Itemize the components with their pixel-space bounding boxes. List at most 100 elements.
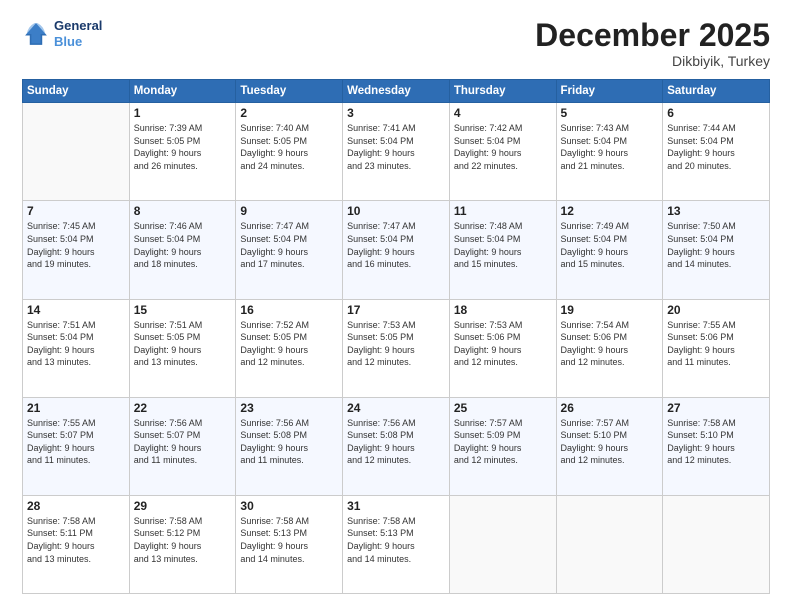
calendar-cell: 7Sunrise: 7:45 AMSunset: 5:04 PMDaylight…: [23, 201, 130, 299]
day-info: Sunrise: 7:58 AMSunset: 5:12 PMDaylight:…: [134, 515, 232, 565]
day-info: Sunrise: 7:58 AMSunset: 5:13 PMDaylight:…: [240, 515, 338, 565]
page: General Blue December 2025 Dikbiyik, Tur…: [0, 0, 792, 612]
calendar-cell: 27 Sunrise: 7:58 AMSunset: 5:10 PMDayligh…: [663, 397, 770, 495]
day-number: 10: [347, 204, 445, 218]
day-info: Sunrise: 7:58 AMSunset: 5:11 PMDaylight:…: [27, 515, 125, 565]
calendar-cell: 2 Sunrise: 7:40 AMSunset: 5:05 PMDaylight…: [236, 103, 343, 201]
day-info: Sunrise: 7:57 AMSunset: 5:10 PMDaylight:…: [561, 417, 659, 467]
calendar-cell: 13Sunrise: 7:50 AMSunset: 5:04 PMDayligh…: [663, 201, 770, 299]
day-info: Sunrise: 7:53 AMSunset: 5:06 PMDaylight:…: [454, 319, 552, 369]
day-info: Sunrise: 7:51 AMSunset: 5:04 PMDaylight:…: [27, 319, 125, 369]
calendar-cell: 22 Sunrise: 7:56 AMSunset: 5:07 PMDayligh…: [129, 397, 236, 495]
calendar-cell: 5Sunrise: 7:43 AMSunset: 5:04 PMDaylight…: [556, 103, 663, 201]
day-number: 29: [134, 499, 232, 513]
day-number: 27: [667, 401, 765, 415]
day-info: Sunrise: 7:44 AMSunset: 5:04 PMDaylight:…: [667, 122, 765, 172]
day-number: 2: [240, 106, 338, 120]
day-info: Sunrise: 7:43 AMSunset: 5:04 PMDaylight:…: [561, 122, 659, 172]
day-number: 23: [240, 401, 338, 415]
calendar-table: Sunday Monday Tuesday Wednesday Thursday…: [22, 79, 770, 594]
calendar-cell: 29 Sunrise: 7:58 AMSunset: 5:12 PMDayligh…: [129, 495, 236, 593]
calendar-cell: 21Sunrise: 7:55 AMSunset: 5:07 PMDayligh…: [23, 397, 130, 495]
col-saturday: Saturday: [663, 80, 770, 103]
day-info: Sunrise: 7:56 AMSunset: 5:08 PMDaylight:…: [347, 417, 445, 467]
calendar-cell: [23, 103, 130, 201]
day-info: Sunrise: 7:51 AMSunset: 5:05 PMDaylight:…: [134, 319, 232, 369]
day-number: 15: [134, 303, 232, 317]
calendar-week-5: 28 Sunrise: 7:58 AMSunset: 5:11 PMDayligh…: [23, 495, 770, 593]
day-number: 8: [134, 204, 232, 218]
day-info: Sunrise: 7:53 AMSunset: 5:05 PMDaylight:…: [347, 319, 445, 369]
day-number: 18: [454, 303, 552, 317]
day-info: Sunrise: 7:55 AMSunset: 5:07 PMDaylight:…: [27, 417, 125, 467]
day-number: 3: [347, 106, 445, 120]
day-number: 20: [667, 303, 765, 317]
logo-text: General Blue: [54, 18, 102, 49]
day-number: 31: [347, 499, 445, 513]
day-info: Sunrise: 7:40 AMSunset: 5:05 PMDaylight:…: [240, 122, 338, 172]
calendar-cell: 18 Sunrise: 7:53 AMSunset: 5:06 PMDayligh…: [449, 299, 556, 397]
calendar-week-1: 1 Sunrise: 7:39 AMSunset: 5:05 PMDaylight…: [23, 103, 770, 201]
day-number: 26: [561, 401, 659, 415]
day-number: 24: [347, 401, 445, 415]
month-title: December 2025: [535, 18, 770, 53]
logo-line1: General: [54, 18, 102, 34]
day-info: Sunrise: 7:47 AMSunset: 5:04 PMDaylight:…: [240, 220, 338, 270]
day-number: 17: [347, 303, 445, 317]
day-number: 6: [667, 106, 765, 120]
calendar-cell: 6 Sunrise: 7:44 AMSunset: 5:04 PMDaylight…: [663, 103, 770, 201]
calendar-cell: 15 Sunrise: 7:51 AMSunset: 5:05 PMDayligh…: [129, 299, 236, 397]
calendar-week-3: 14 Sunrise: 7:51 AMSunset: 5:04 PMDayligh…: [23, 299, 770, 397]
day-info: Sunrise: 7:55 AMSunset: 5:06 PMDaylight:…: [667, 319, 765, 369]
calendar-cell: 16Sunrise: 7:52 AMSunset: 5:05 PMDayligh…: [236, 299, 343, 397]
day-number: 11: [454, 204, 552, 218]
day-info: Sunrise: 7:46 AMSunset: 5:04 PMDaylight:…: [134, 220, 232, 270]
day-info: Sunrise: 7:54 AMSunset: 5:06 PMDaylight:…: [561, 319, 659, 369]
day-info: Sunrise: 7:58 AMSunset: 5:10 PMDaylight:…: [667, 417, 765, 467]
day-number: 14: [27, 303, 125, 317]
col-thursday: Thursday: [449, 80, 556, 103]
calendar-cell: 12Sunrise: 7:49 AMSunset: 5:04 PMDayligh…: [556, 201, 663, 299]
day-info: Sunrise: 7:58 AMSunset: 5:13 PMDaylight:…: [347, 515, 445, 565]
col-friday: Friday: [556, 80, 663, 103]
day-number: 30: [240, 499, 338, 513]
calendar-cell: 24 Sunrise: 7:56 AMSunset: 5:08 PMDayligh…: [343, 397, 450, 495]
calendar-cell: 30 Sunrise: 7:58 AMSunset: 5:13 PMDayligh…: [236, 495, 343, 593]
day-number: 22: [134, 401, 232, 415]
day-number: 1: [134, 106, 232, 120]
calendar-cell: 23Sunrise: 7:56 AMSunset: 5:08 PMDayligh…: [236, 397, 343, 495]
calendar-cell: 11Sunrise: 7:48 AMSunset: 5:04 PMDayligh…: [449, 201, 556, 299]
day-info: Sunrise: 7:56 AMSunset: 5:07 PMDaylight:…: [134, 417, 232, 467]
day-info: Sunrise: 7:57 AMSunset: 5:09 PMDaylight:…: [454, 417, 552, 467]
calendar-week-4: 21Sunrise: 7:55 AMSunset: 5:07 PMDayligh…: [23, 397, 770, 495]
calendar-cell: [449, 495, 556, 593]
calendar-cell: 31 Sunrise: 7:58 AMSunset: 5:13 PMDayligh…: [343, 495, 450, 593]
col-monday: Monday: [129, 80, 236, 103]
calendar-cell: [556, 495, 663, 593]
header: General Blue December 2025 Dikbiyik, Tur…: [22, 18, 770, 69]
title-block: December 2025 Dikbiyik, Turkey: [535, 18, 770, 69]
day-info: Sunrise: 7:42 AMSunset: 5:04 PMDaylight:…: [454, 122, 552, 172]
day-number: 7: [27, 204, 125, 218]
col-tuesday: Tuesday: [236, 80, 343, 103]
calendar-cell: 20 Sunrise: 7:55 AMSunset: 5:06 PMDayligh…: [663, 299, 770, 397]
logo-line2: Blue: [54, 34, 102, 50]
location-subtitle: Dikbiyik, Turkey: [535, 53, 770, 69]
col-sunday: Sunday: [23, 80, 130, 103]
day-number: 25: [454, 401, 552, 415]
day-number: 28: [27, 499, 125, 513]
day-info: Sunrise: 7:39 AMSunset: 5:05 PMDaylight:…: [134, 122, 232, 172]
calendar-week-2: 7Sunrise: 7:45 AMSunset: 5:04 PMDaylight…: [23, 201, 770, 299]
calendar-cell: 14 Sunrise: 7:51 AMSunset: 5:04 PMDayligh…: [23, 299, 130, 397]
logo-icon: [22, 20, 50, 48]
day-number: 19: [561, 303, 659, 317]
calendar-cell: 10Sunrise: 7:47 AMSunset: 5:04 PMDayligh…: [343, 201, 450, 299]
col-wednesday: Wednesday: [343, 80, 450, 103]
calendar-cell: [663, 495, 770, 593]
calendar-cell: 28 Sunrise: 7:58 AMSunset: 5:11 PMDayligh…: [23, 495, 130, 593]
calendar-cell: 9Sunrise: 7:47 AMSunset: 5:04 PMDaylight…: [236, 201, 343, 299]
day-info: Sunrise: 7:52 AMSunset: 5:05 PMDaylight:…: [240, 319, 338, 369]
calendar-cell: 25 Sunrise: 7:57 AMSunset: 5:09 PMDayligh…: [449, 397, 556, 495]
logo: General Blue: [22, 18, 102, 49]
day-number: 12: [561, 204, 659, 218]
